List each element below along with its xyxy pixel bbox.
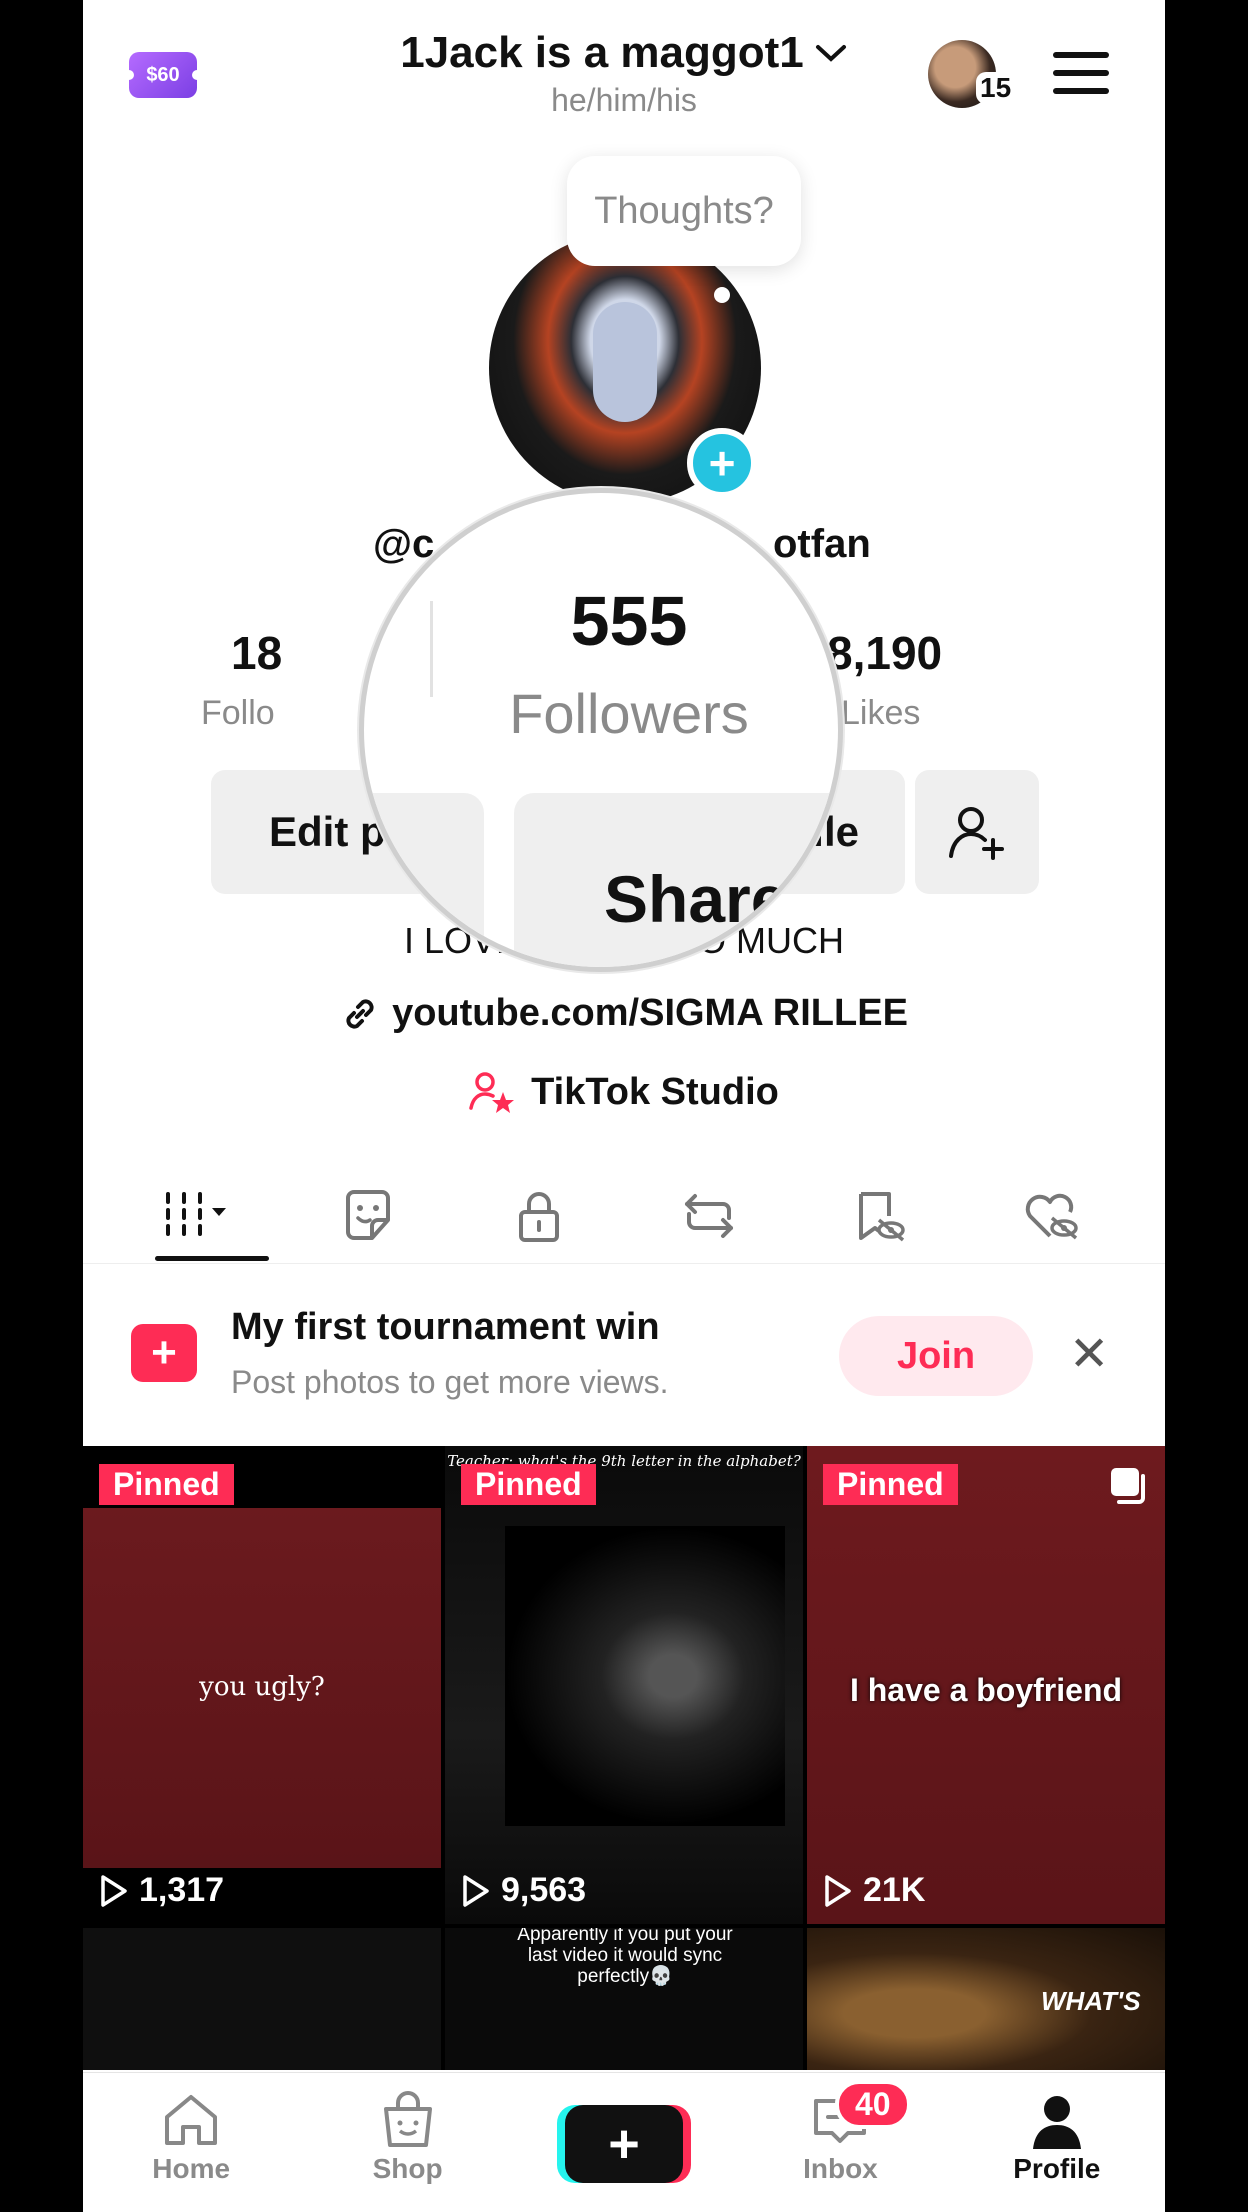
- tab-private[interactable]: [484, 1176, 594, 1256]
- create-post-icon: +: [131, 1324, 197, 1382]
- add-friend-button[interactable]: [915, 770, 1039, 894]
- handle-start: @c: [373, 522, 435, 566]
- nav-inbox-label: Inbox: [803, 2153, 878, 2184]
- bubble-tail: [714, 287, 730, 303]
- nav-home-label: Home: [152, 2153, 231, 2184]
- sticker-icon: [346, 1189, 391, 1240]
- nav-home[interactable]: Home: [83, 2073, 299, 2212]
- following-label: Follo: [201, 694, 275, 732]
- active-tab-indicator: [155, 1256, 269, 1261]
- video-thumbnail[interactable]: WHAT'S: [807, 1928, 1165, 2070]
- video-thumbnail[interactable]: Teacher: what's the 9th letter in the al…: [445, 1446, 803, 1924]
- chevron-down-icon: [815, 45, 846, 62]
- video-grid: you ugly? Pinned 1,317 Teacher: what's t…: [83, 1446, 1165, 2070]
- profile-screen: $60 1Jack is a maggot1 he/him/his 15 Tho…: [83, 0, 1165, 2212]
- video-thumbnail[interactable]: I have a boyfriend Pinned 21K: [807, 1446, 1165, 1924]
- view-count: 1,317: [99, 1871, 224, 1910]
- video-thumbnail[interactable]: you ugly? Pinned 1,317: [83, 1446, 441, 1924]
- link-label: youtube.com/SIGMA RILLEE: [392, 992, 908, 1034]
- tab-videos[interactable]: [143, 1176, 253, 1256]
- promo-title: My first tournament win: [231, 1306, 660, 1348]
- username-label: 1Jack is a maggot1: [400, 28, 804, 77]
- thumbnail-caption: I have a boyfriend: [849, 1672, 1123, 1708]
- hidden-bookmark-icon: [859, 1191, 906, 1241]
- lock-icon: [518, 1191, 559, 1242]
- promo-subtitle: Post photos to get more views.: [231, 1364, 669, 1400]
- followers-count[interactable]: 555: [364, 581, 838, 661]
- following-count[interactable]: 18: [231, 626, 282, 680]
- share-label-zoomed: Share: [604, 862, 788, 936]
- tab-liked[interactable]: [995, 1176, 1105, 1256]
- friends-count-badge: 15: [976, 72, 1016, 104]
- likes-label: Likes: [841, 694, 921, 732]
- note-bubble[interactable]: Thoughts?: [567, 156, 801, 266]
- video-thumbnail[interactable]: Apparently if you put your last video it…: [445, 1928, 803, 2070]
- hidden-heart-icon: [1025, 1193, 1078, 1239]
- pinned-badge: Pinned: [99, 1464, 234, 1505]
- nav-shop-label: Shop: [372, 2153, 443, 2184]
- pinned-badge: Pinned: [823, 1464, 958, 1505]
- nav-profile[interactable]: Profile: [949, 2073, 1165, 2212]
- home-icon: [165, 2095, 218, 2145]
- avatar-face-image: [593, 302, 657, 422]
- nav-shop[interactable]: Shop: [299, 2073, 515, 2212]
- handle-end: otfan: [773, 522, 871, 566]
- link-icon: [346, 998, 374, 1029]
- studio-label: TikTok Studio: [531, 1070, 779, 1113]
- followers-label: Followers: [509, 682, 749, 745]
- thumbnail-image: [505, 1526, 785, 1826]
- play-icon: [463, 1874, 489, 1907]
- inbox-count-badge: 40: [835, 2080, 911, 2129]
- close-icon[interactable]: ✕: [1069, 1326, 1109, 1382]
- view-count: 9,563: [461, 1871, 586, 1910]
- add-story-icon[interactable]: +: [687, 428, 757, 498]
- pinned-badge: Pinned: [461, 1464, 596, 1505]
- profile-link[interactable]: youtube.com/SIGMA RILLEE: [83, 992, 1165, 1035]
- likes-count[interactable]: 8,190: [827, 626, 942, 680]
- multi-photo-icon: [1111, 1468, 1145, 1504]
- view-count-label: 9,563: [501, 1871, 587, 1909]
- view-count-label: 21K: [863, 1871, 926, 1909]
- tab-stickers[interactable]: [313, 1176, 423, 1256]
- tiktok-studio-link[interactable]: TikTok Studio: [83, 1070, 1165, 1114]
- thumbnail-caption: Apparently if you put your last video it…: [517, 1928, 733, 1987]
- create-plus-icon: +: [565, 2105, 684, 2183]
- play-icon: [101, 1874, 127, 1907]
- thumbnail-caption: you ugly?: [199, 1672, 325, 1702]
- play-icon: [825, 1874, 851, 1907]
- view-count-label: 1,317: [139, 1871, 225, 1909]
- account-switcher[interactable]: 1Jack is a maggot1: [400, 28, 848, 78]
- profile-icon: [1032, 2096, 1081, 2149]
- zoom-magnifier: 555 Followers Share: [359, 488, 843, 972]
- grid-sort-icon: [166, 1191, 227, 1236]
- content-tabs: [83, 1168, 1165, 1264]
- mag-edit-button: [364, 793, 484, 967]
- tab-reposts[interactable]: [654, 1176, 764, 1256]
- creator-star-icon: [469, 1072, 515, 1113]
- join-button[interactable]: Join: [839, 1316, 1033, 1396]
- video-thumbnail[interactable]: [83, 1928, 441, 2070]
- tab-favorites[interactable]: [824, 1176, 934, 1256]
- nav-create[interactable]: +: [516, 2073, 732, 2212]
- promo-banner: + My first tournament win Post photos to…: [83, 1266, 1165, 1446]
- view-count: 21K: [823, 1871, 925, 1910]
- add-user-icon: [949, 807, 1004, 860]
- menu-icon[interactable]: [1053, 52, 1109, 94]
- nav-profile-label: Profile: [1013, 2153, 1101, 2184]
- shopping-bag-icon: [383, 2091, 432, 2147]
- bottom-nav: Home Shop + Inbox Profile: [83, 2072, 1165, 2212]
- thumbnail-caption: WHAT'S: [1041, 1986, 1141, 2016]
- repost-icon: [685, 1193, 734, 1238]
